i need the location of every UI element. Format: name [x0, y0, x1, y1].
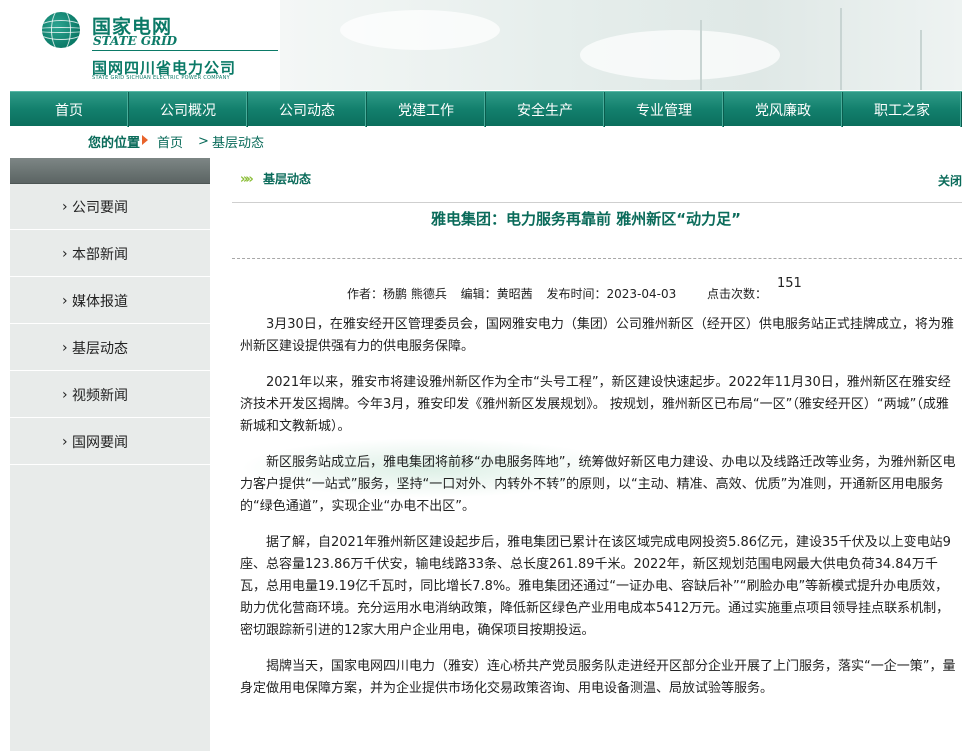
chevron-right-icon: › — [62, 199, 68, 215]
nav-item-integrity[interactable]: 党风廉政 — [724, 92, 843, 127]
close-link[interactable]: 关闭 — [938, 172, 962, 189]
article-body: 3月30日，在雅安经开区管理委员会，国网雅安电力（集团）公司雅州新区（经开区）供… — [240, 314, 960, 714]
breadcrumb-arrow-icon — [142, 135, 148, 145]
dashed-divider — [232, 258, 962, 259]
article-title: 雅电集团：电力服务再靠前 雅州新区“动力足” — [431, 210, 741, 228]
hits-count: 151 — [777, 276, 802, 291]
hits-label: 点击次数： — [707, 287, 768, 301]
breadcrumb-current-link[interactable]: 基层动态 — [212, 132, 264, 151]
divider — [232, 202, 962, 203]
chevron-right-icon: › — [62, 340, 68, 356]
chevron-right-icon: › — [62, 434, 68, 450]
chevron-right-icon: › — [62, 246, 68, 262]
main-nav: 首页 公司概况 公司动态 党建工作 安全生产 专业管理 党风廉政 职工之家 — [10, 91, 962, 127]
sidebar-header — [10, 158, 210, 184]
sidebar-item-state-grid-news[interactable]: › 国网要闻 — [10, 419, 210, 465]
article-paragraph: 据了解，自2021年雅州新区建设起步后，雅电集团已累计在该区域完成电网投资5.8… — [240, 535, 951, 638]
breadcrumb: 您的位置 首页 > 基层动态 — [0, 126, 962, 156]
nav-item-company-overview[interactable]: 公司概况 — [129, 92, 248, 127]
double-chevron-icon: »» — [240, 172, 254, 187]
article-paragraph: 3月30日，在雅安经开区管理委员会，国网雅安电力（集团）公司雅州新区（经开区）供… — [240, 317, 954, 354]
header-banner — [280, 0, 962, 90]
article-panel: »» 基层动态 关闭 雅电集团：电力服务再靠前 雅州新区“动力足” 作者：杨鹏 … — [210, 158, 962, 751]
brand-name-en: STATE GRID — [93, 34, 178, 48]
article-author: 作者：杨鹏 熊德兵 — [347, 287, 447, 301]
sidebar-item-media-reports[interactable]: › 媒体报道 — [10, 278, 210, 324]
nav-item-company-news[interactable]: 公司动态 — [248, 92, 367, 127]
article-meta: 作者：杨鹏 熊德兵 编辑：黄昭茜 发布时间：2023-04-03 点击次数： 1… — [347, 276, 802, 302]
sidebar-item-label: 基层动态 — [72, 341, 128, 357]
sidebar: › 公司要闻 › 本部新闻 › 媒体报道 › 基层动态 › 视频新闻 › 国网要… — [10, 158, 210, 751]
sidebar-item-label: 媒体报道 — [72, 294, 128, 310]
nav-item-party-building[interactable]: 党建工作 — [367, 92, 486, 127]
nav-item-staff-home[interactable]: 职工之家 — [843, 92, 962, 127]
chevron-right-icon: › — [62, 387, 68, 403]
nav-item-safety-production[interactable]: 安全生产 — [486, 92, 605, 127]
sidebar-item-grassroots-news[interactable]: › 基层动态 — [10, 325, 210, 371]
nav-item-home[interactable]: 首页 — [10, 92, 129, 127]
chevron-right-icon: › — [62, 293, 68, 309]
breadcrumb-label: 您的位置 — [88, 135, 141, 151]
sidebar-item-label: 视频新闻 — [72, 388, 128, 404]
sidebar-item-hq-news[interactable]: › 本部新闻 — [10, 231, 210, 277]
sidebar-item-label: 本部新闻 — [72, 247, 128, 263]
section-title: 基层动态 — [262, 172, 311, 186]
section-heading: »» 基层动态 — [240, 170, 311, 187]
state-grid-logo[interactable]: 国家电网 STATE GRID 国网四川省电力公司 STATE GRID SIC… — [42, 10, 282, 85]
site-header: 国家电网 STATE GRID 国网四川省电力公司 STATE GRID SIC… — [0, 0, 962, 90]
sidebar-item-video-news[interactable]: › 视频新闻 — [10, 372, 210, 418]
article-date: 发布时间：2023-04-03 — [546, 287, 677, 301]
nav-item-professional-management[interactable]: 专业管理 — [605, 92, 724, 127]
breadcrumb-separator: > — [198, 133, 209, 149]
article-paragraph: 2021年以来，雅安市将建设雅州新区作为全市“头号工程”，新区建设快速起步。20… — [240, 375, 951, 434]
breadcrumb-home-link[interactable]: 首页 — [157, 132, 183, 151]
article-paragraph: 新区服务站成立后，雅电集团将前移“办电服务阵地”，统筹做好新区电力建设、办电以及… — [240, 455, 956, 514]
company-name-en: STATE GRID SICHUAN ELECTRIC POWER COMPAN… — [92, 75, 230, 81]
logo-divider — [92, 50, 278, 51]
sidebar-item-label: 国网要闻 — [72, 435, 128, 451]
article-editor: 编辑：黄昭茜 — [460, 287, 533, 301]
article-paragraph: 揭牌当天，国家电网四川电力（雅安）连心桥共产党员服务队走进经开区部分企业开展了上… — [240, 659, 956, 696]
globe-icon — [42, 12, 80, 48]
sidebar-item-company-news[interactable]: › 公司要闻 — [10, 184, 210, 230]
sidebar-item-label: 公司要闻 — [72, 200, 128, 216]
